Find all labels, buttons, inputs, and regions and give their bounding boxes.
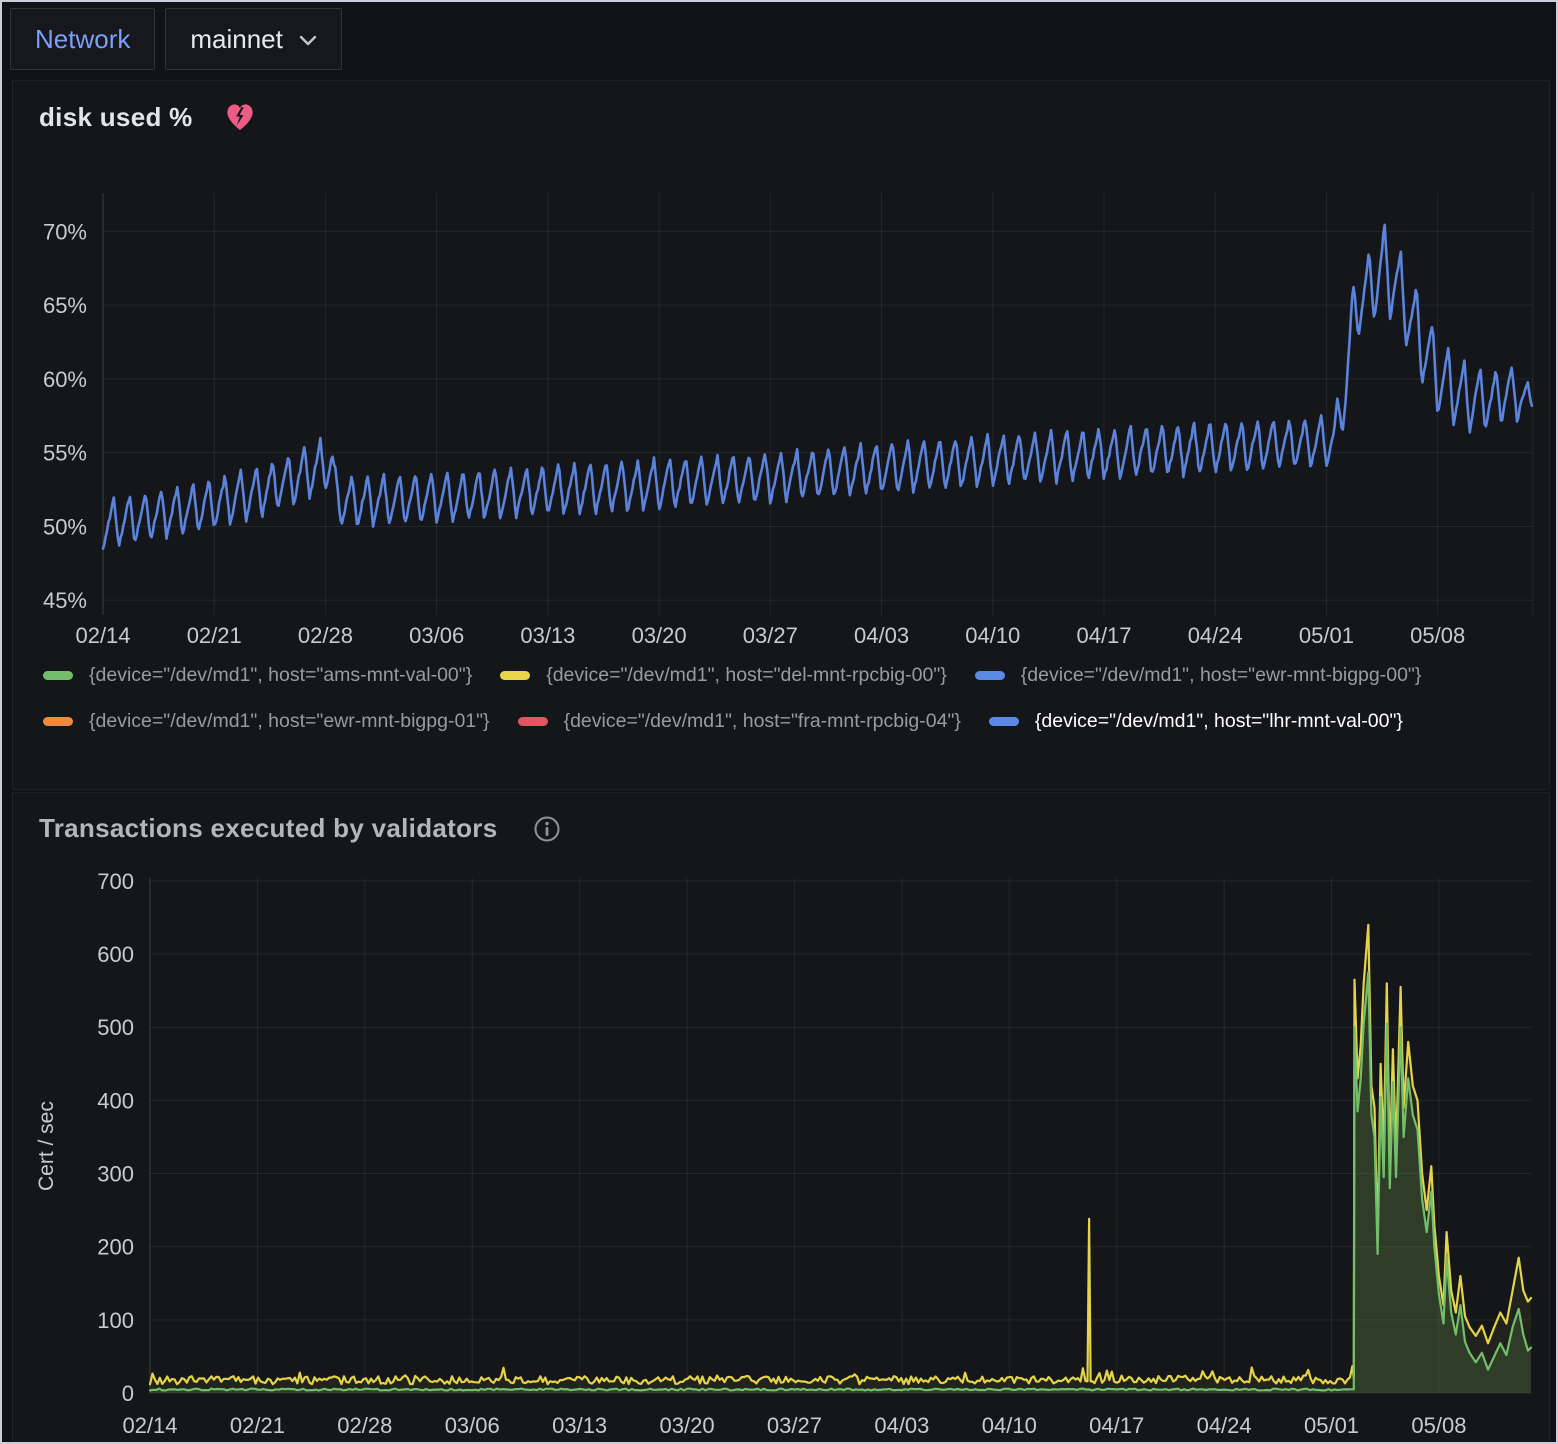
x-tick-label: 02/28 [337, 1413, 392, 1438]
series-color-swatch [518, 717, 548, 726]
x-tick-label: 03/27 [743, 623, 798, 648]
x-tick-label: 03/20 [632, 623, 687, 648]
series-line-lhr-mnt-val-00 [103, 225, 1532, 549]
x-tick-label: 03/06 [445, 1413, 500, 1438]
x-tick-label: 04/24 [1188, 623, 1243, 648]
panel-title-disk-used[interactable]: disk used % [39, 102, 193, 133]
legend-label: {device="/dev/md1", host="ewr-mnt-bigpg-… [89, 710, 490, 733]
x-tick-label: 02/21 [187, 623, 242, 648]
panel-title-transactions[interactable]: Transactions executed by validators [39, 813, 497, 844]
series-color-swatch [43, 717, 73, 726]
series-area-green [150, 972, 1531, 1393]
legend-label: {device="/dev/md1", host="del-mnt-rpcbig… [546, 664, 947, 687]
y-tick-label: 300 [97, 1162, 134, 1187]
x-tick-label: 04/03 [874, 1413, 929, 1438]
series-line-green [150, 972, 1531, 1390]
tx-plot-area[interactable]: 0 100 200 300 400 500 600 700 02/14 02/21 02/28 03/… [13, 793, 1549, 1443]
y-tick-label: 100 [97, 1308, 134, 1333]
chevron-down-icon [299, 35, 317, 47]
disk-plot-area[interactable]: 45% 50% 55% 60% 65% 70% 02/14 02/21 02/28 03/06 03… [13, 81, 1549, 659]
x-tick-label: 05/08 [1410, 623, 1465, 648]
panel-tx-header: Transactions executed by validators [39, 813, 561, 844]
legend-item[interactable]: {device="/dev/md1", host="ewr-mnt-bigpg-… [975, 663, 1422, 688]
y-tick-label: 45% [43, 588, 87, 613]
series-color-swatch [989, 717, 1019, 726]
x-tick-label: 03/20 [660, 1413, 715, 1438]
panel-disk-used: 45% 50% 55% 60% 65% 70% 02/14 02/21 02/28 03/06 03… [12, 80, 1550, 790]
x-tick-label: 04/24 [1197, 1413, 1252, 1438]
x-tick-label: 04/17 [1089, 1413, 1144, 1438]
disk-used-legend: {device="/dev/md1", host="ams-mnt-val-00… [43, 663, 1533, 734]
legend-item[interactable]: {device="/dev/md1", host="fra-mnt-rpcbig… [518, 709, 961, 734]
grafana-dashboard: Network mainnet 45%50%55%60%65%70%02/140… [0, 0, 1558, 1444]
y-tick-label: 70% [43, 219, 87, 244]
legend-item[interactable]: {device="/dev/md1", host="del-mnt-rpcbig… [500, 663, 947, 688]
y-tick-label: 500 [97, 1015, 134, 1040]
series-color-swatch [500, 671, 530, 680]
series-color-swatch [975, 671, 1005, 680]
network-dropdown[interactable]: mainnet [165, 8, 342, 70]
x-tick-label: 02/14 [75, 623, 130, 648]
y-tick-label: 65% [43, 293, 87, 318]
panel-disk-header: disk used % [39, 101, 257, 133]
legend-label: {device="/dev/md1", host="lhr-mnt-val-00… [1035, 710, 1403, 733]
x-tick-label: 02/28 [298, 623, 353, 648]
network-dropdown-value: mainnet [190, 24, 283, 55]
variables-bar: Network mainnet [10, 8, 342, 70]
series-color-swatch [43, 671, 73, 680]
network-label-text: Network [35, 24, 130, 55]
x-tick-label: 04/17 [1076, 623, 1131, 648]
x-tick-label: 02/21 [230, 1413, 285, 1438]
legend-label: {device="/dev/md1", host="ams-mnt-val-00… [89, 664, 472, 687]
y-tick-label: 55% [43, 441, 87, 466]
y-tick-label: 60% [43, 367, 87, 392]
legend-label: {device="/dev/md1", host="fra-mnt-rpcbig… [564, 710, 961, 733]
x-tick-label: 04/03 [854, 623, 909, 648]
legend-label: {device="/dev/md1", host="ewr-mnt-bigpg-… [1021, 664, 1422, 687]
y-tick-label: 600 [97, 942, 134, 967]
x-tick-label: 04/10 [982, 1413, 1037, 1438]
info-icon[interactable] [533, 815, 561, 843]
legend-item[interactable]: {device="/dev/md1", host="lhr-mnt-val-00… [989, 709, 1403, 734]
x-tick-label: 05/01 [1299, 623, 1354, 648]
series-area-yellow [150, 925, 1531, 1393]
series-line-yellow [150, 925, 1531, 1384]
y-axis-label-cert-per-sec: Cert / sec [35, 1101, 59, 1191]
y-tick-label: 400 [97, 1088, 134, 1113]
x-tick-label: 03/27 [767, 1413, 822, 1438]
x-tick-label: 03/13 [552, 1413, 607, 1438]
y-tick-label: 0 [122, 1381, 134, 1406]
y-tick-label: 700 [97, 869, 134, 894]
y-tick-label: 50% [43, 514, 87, 539]
x-tick-label: 05/01 [1304, 1413, 1359, 1438]
x-tick-label: 04/10 [965, 623, 1020, 648]
y-tick-label: 200 [97, 1235, 134, 1260]
x-tick-label: 03/06 [409, 623, 464, 648]
disk-used-chart[interactable]: 45% 50% 55% 60% 65% 70% 02/14 02/21 02/28 03/06 03… [13, 81, 1549, 659]
panel-transactions: 0 100 200 300 400 500 600 700 02/14 02/21 02/28 03/… [12, 792, 1550, 1444]
x-tick-label: 02/14 [122, 1413, 177, 1438]
broken-heart-icon[interactable] [223, 101, 257, 133]
legend-item[interactable]: {device="/dev/md1", host="ewr-mnt-bigpg-… [43, 709, 490, 734]
legend-item[interactable]: {device="/dev/md1", host="ams-mnt-val-00… [43, 663, 472, 688]
x-tick-label: 03/13 [520, 623, 575, 648]
x-tick-label: 05/08 [1411, 1413, 1466, 1438]
variable-label-network[interactable]: Network [10, 8, 155, 70]
transactions-chart[interactable]: 0 100 200 300 400 500 600 700 02/14 02/21 02/28 03/… [13, 793, 1549, 1443]
